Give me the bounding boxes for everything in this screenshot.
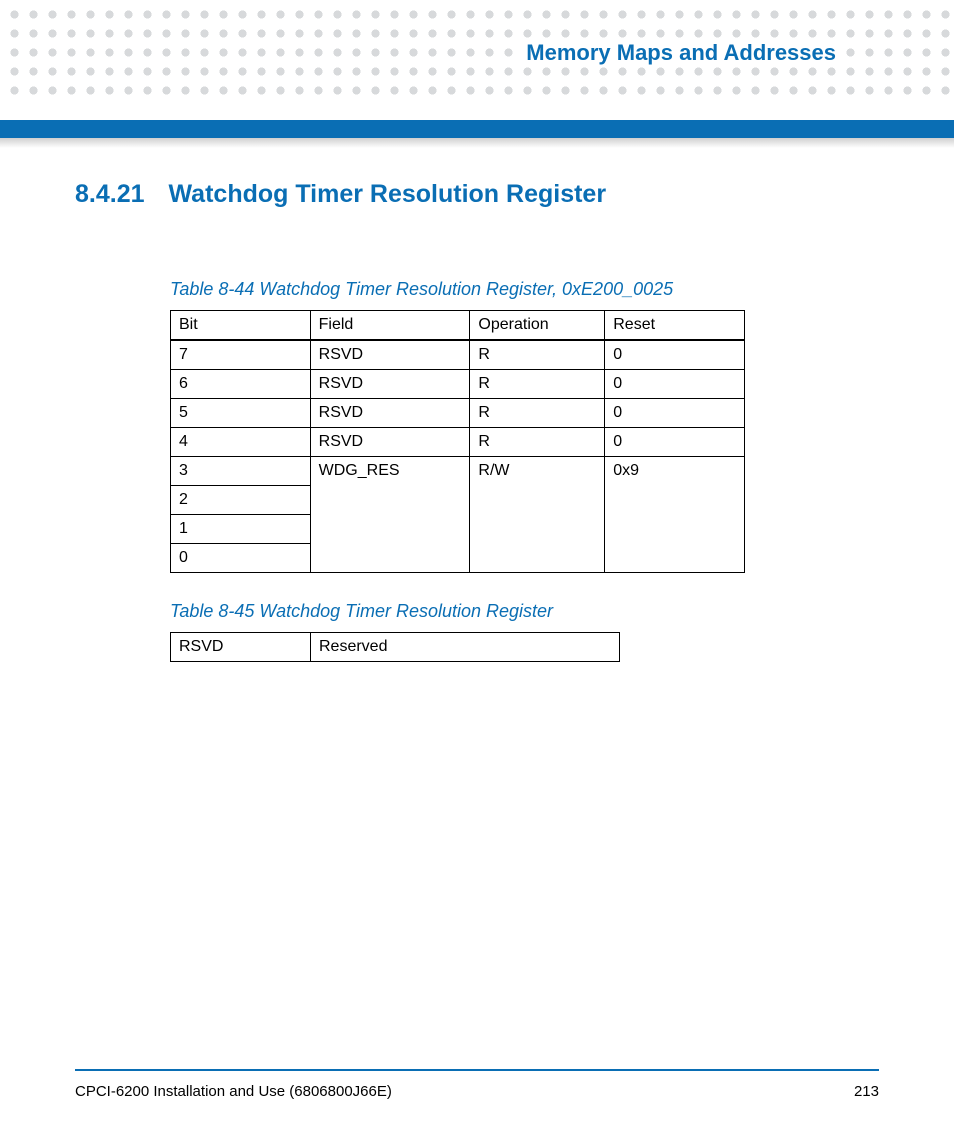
cell-field: RSVD bbox=[310, 370, 470, 399]
table-row: 4 RSVD R 0 bbox=[171, 428, 745, 457]
table-header-row: Bit Field Operation Reset bbox=[171, 311, 745, 341]
table-row: 6 RSVD R 0 bbox=[171, 370, 745, 399]
table-row: RSVD Reserved bbox=[171, 633, 620, 662]
cell-bit: 6 bbox=[171, 370, 311, 399]
chapter-title: Memory Maps and Addresses bbox=[518, 40, 844, 66]
table-8-44: Bit Field Operation Reset 7 RSVD R 0 6 R… bbox=[170, 310, 745, 573]
footer-page-number: 213 bbox=[854, 1083, 879, 1100]
table-8-44-caption: Table 8-44 Watchdog Timer Resolution Reg… bbox=[170, 279, 879, 300]
section-title: Watchdog Timer Resolution Register bbox=[169, 180, 607, 208]
cell-field: RSVD bbox=[310, 428, 470, 457]
cell-field: RSVD bbox=[310, 340, 470, 370]
cell-op: R bbox=[470, 370, 605, 399]
cell-name: RSVD bbox=[171, 633, 311, 662]
cell-bit: 7 bbox=[171, 340, 311, 370]
cell-op: R bbox=[470, 428, 605, 457]
col-bit: Bit bbox=[171, 311, 311, 341]
cell-op: R/W bbox=[470, 457, 605, 573]
footer-doc-title: CPCI-6200 Installation and Use (6806800J… bbox=[75, 1083, 392, 1100]
cell-reset: 0 bbox=[605, 370, 745, 399]
table-8-45: RSVD Reserved bbox=[170, 632, 620, 662]
table-row: 7 RSVD R 0 bbox=[171, 340, 745, 370]
cell-bit: 2 bbox=[171, 486, 311, 515]
cell-field: WDG_RES bbox=[310, 457, 470, 573]
cell-reset: 0 bbox=[605, 399, 745, 428]
cell-bit: 4 bbox=[171, 428, 311, 457]
col-operation: Operation bbox=[470, 311, 605, 341]
page-footer: CPCI-6200 Installation and Use (6806800J… bbox=[75, 1069, 879, 1100]
cell-bit: 0 bbox=[171, 544, 311, 573]
col-field: Field bbox=[310, 311, 470, 341]
col-reset: Reset bbox=[605, 311, 745, 341]
table-8-45-caption: Table 8-45 Watchdog Timer Resolution Reg… bbox=[170, 601, 879, 622]
table-row: 3 WDG_RES R/W 0x9 bbox=[171, 457, 745, 486]
cell-op: R bbox=[470, 340, 605, 370]
cell-desc: Reserved bbox=[311, 633, 620, 662]
cell-reset: 0x9 bbox=[605, 457, 745, 573]
cell-bit: 1 bbox=[171, 515, 311, 544]
section-number: 8.4.21 bbox=[75, 180, 145, 208]
cell-bit: 3 bbox=[171, 457, 311, 486]
table-row: 5 RSVD R 0 bbox=[171, 399, 745, 428]
header-blue-bar bbox=[0, 120, 954, 138]
cell-reset: 0 bbox=[605, 428, 745, 457]
header-shadow bbox=[0, 138, 954, 148]
cell-op: R bbox=[470, 399, 605, 428]
cell-bit: 5 bbox=[171, 399, 311, 428]
page-content: 8.4.21 Watchdog Timer Resolution Register… bbox=[75, 180, 879, 662]
cell-reset: 0 bbox=[605, 340, 745, 370]
section-heading: 8.4.21 Watchdog Timer Resolution Register bbox=[75, 180, 879, 209]
cell-field: RSVD bbox=[310, 399, 470, 428]
